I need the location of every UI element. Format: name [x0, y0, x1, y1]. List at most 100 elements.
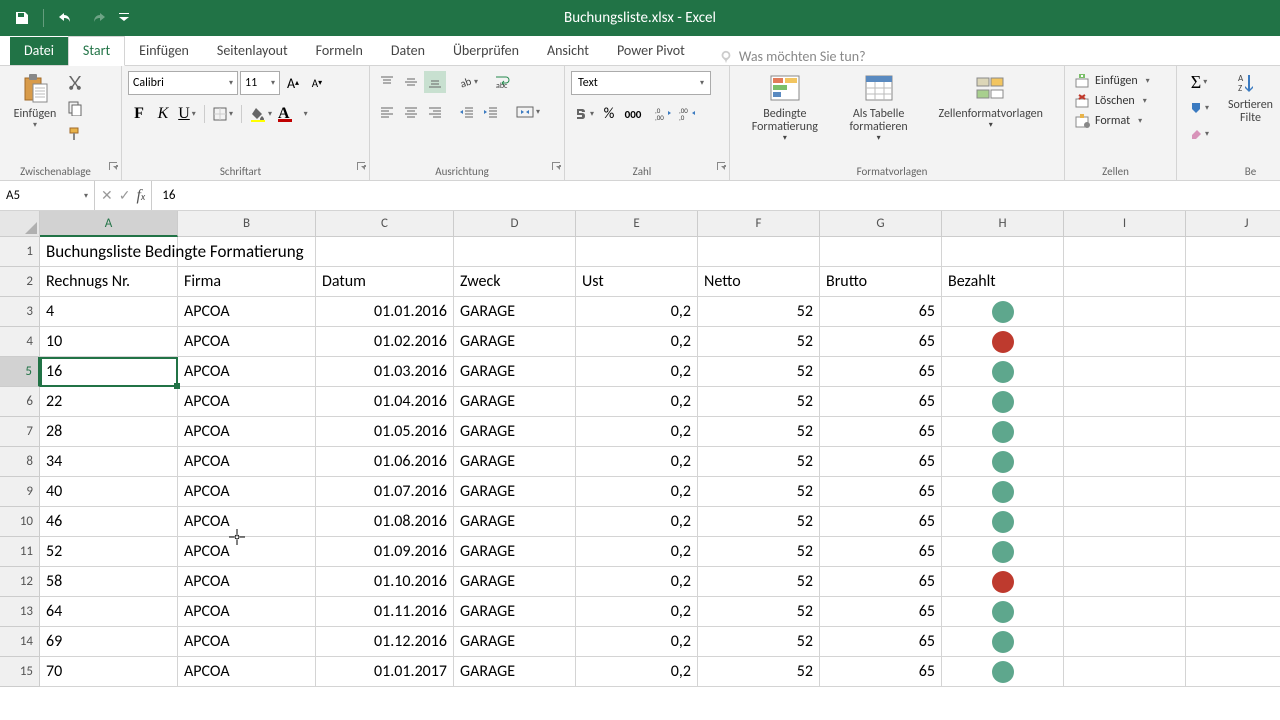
row-header-1[interactable]: 1 — [0, 237, 40, 267]
clipboard-dialog-launcher[interactable] — [108, 157, 118, 176]
cell-G15[interactable]: 65 — [820, 657, 942, 687]
cell-G5[interactable]: 65 — [820, 357, 942, 387]
cell-F15[interactable]: 52 — [698, 657, 820, 687]
tab-überprüfen[interactable]: Überprüfen — [439, 37, 533, 65]
cell-E2[interactable]: Ust — [576, 267, 698, 297]
cell-E14[interactable]: 0,2 — [576, 627, 698, 657]
cell-D1[interactable] — [454, 237, 576, 267]
cell-A4[interactable]: 10 — [40, 327, 178, 357]
fill-color-button[interactable]: ▾ — [248, 103, 274, 125]
cell-styles-button[interactable]: Zellenformatvorlagen ▾ — [923, 68, 1058, 147]
cell-J15[interactable] — [1186, 657, 1280, 687]
cell-E7[interactable]: 0,2 — [576, 417, 698, 447]
cell-I3[interactable] — [1064, 297, 1186, 327]
cell-G11[interactable]: 65 — [820, 537, 942, 567]
cell-A5[interactable]: 16 — [40, 357, 178, 387]
align-middle-button[interactable] — [400, 71, 422, 93]
row-header-10[interactable]: 10 — [0, 507, 40, 537]
cell-B13[interactable]: APCOA — [178, 597, 316, 627]
fill-button[interactable]: ▾ — [1183, 97, 1215, 119]
align-left-button[interactable] — [376, 101, 398, 123]
align-top-button[interactable] — [376, 71, 398, 93]
cell-G13[interactable]: 65 — [820, 597, 942, 627]
cell-H5[interactable] — [942, 357, 1064, 387]
redo-button[interactable] — [83, 4, 115, 32]
cell-A12[interactable]: 58 — [40, 567, 178, 597]
qat-customize-button[interactable] — [117, 4, 131, 32]
cell-A6[interactable]: 22 — [40, 387, 178, 417]
cell-D7[interactable]: GARAGE — [454, 417, 576, 447]
increase-decimal-button[interactable]: ,0,00 — [652, 103, 674, 125]
cell-F11[interactable]: 52 — [698, 537, 820, 567]
cell-B12[interactable]: APCOA — [178, 567, 316, 597]
col-header-A[interactable]: A — [40, 211, 178, 237]
cell-J4[interactable] — [1186, 327, 1280, 357]
align-center-button[interactable] — [400, 101, 422, 123]
underline-button[interactable]: U▾ — [176, 103, 198, 125]
cell-I8[interactable] — [1064, 447, 1186, 477]
cell-I14[interactable] — [1064, 627, 1186, 657]
font-color-button[interactable]: A▾ — [276, 103, 310, 125]
font-dialog-launcher[interactable] — [356, 157, 366, 176]
cell-C1[interactable] — [316, 237, 454, 267]
cell-A10[interactable]: 46 — [40, 507, 178, 537]
cell-C6[interactable]: 01.04.2016 — [316, 387, 454, 417]
cell-I10[interactable] — [1064, 507, 1186, 537]
clear-button[interactable]: ▾ — [1183, 123, 1215, 145]
cell-J6[interactable] — [1186, 387, 1280, 417]
col-header-I[interactable]: I — [1064, 211, 1186, 237]
insert-cells-button[interactable]: Einfügen▾ — [1071, 71, 1170, 91]
row-header-2[interactable]: 2 — [0, 267, 40, 297]
select-all-corner[interactable] — [0, 211, 40, 237]
cell-D12[interactable]: GARAGE — [454, 567, 576, 597]
cell-D6[interactable]: GARAGE — [454, 387, 576, 417]
cell-A7[interactable]: 28 — [40, 417, 178, 447]
cell-H7[interactable] — [942, 417, 1064, 447]
cell-B10[interactable]: APCOA — [178, 507, 316, 537]
cell-G2[interactable]: Brutto — [820, 267, 942, 297]
format-painter-button[interactable] — [64, 123, 86, 145]
row-header-9[interactable]: 9 — [0, 477, 40, 507]
cell-I6[interactable] — [1064, 387, 1186, 417]
cut-button[interactable] — [64, 71, 86, 93]
cell-C7[interactable]: 01.05.2016 — [316, 417, 454, 447]
cell-I9[interactable] — [1064, 477, 1186, 507]
borders-button[interactable]: ▾ — [211, 103, 235, 125]
wrap-text-button[interactable]: abc — [492, 71, 514, 93]
cell-B14[interactable]: APCOA — [178, 627, 316, 657]
fx-button[interactable]: fx — [136, 187, 145, 205]
cell-F10[interactable]: 52 — [698, 507, 820, 537]
col-header-H[interactable]: H — [942, 211, 1064, 237]
cell-F3[interactable]: 52 — [698, 297, 820, 327]
cell-I2[interactable] — [1064, 267, 1186, 297]
cell-C2[interactable]: Datum — [316, 267, 454, 297]
cell-F7[interactable]: 52 — [698, 417, 820, 447]
cell-I13[interactable] — [1064, 597, 1186, 627]
cell-A14[interactable]: 69 — [40, 627, 178, 657]
cell-H13[interactable] — [942, 597, 1064, 627]
cell-B8[interactable]: APCOA — [178, 447, 316, 477]
cell-J12[interactable] — [1186, 567, 1280, 597]
format-cells-button[interactable]: Format▾ — [1071, 111, 1170, 131]
cell-E13[interactable]: 0,2 — [576, 597, 698, 627]
cell-F8[interactable]: 52 — [698, 447, 820, 477]
cell-F2[interactable]: Netto — [698, 267, 820, 297]
cell-H11[interactable] — [942, 537, 1064, 567]
orientation-button[interactable]: ab▾ — [456, 71, 480, 93]
cell-D13[interactable]: GARAGE — [454, 597, 576, 627]
cell-J13[interactable] — [1186, 597, 1280, 627]
row-header-7[interactable]: 7 — [0, 417, 40, 447]
paste-button[interactable]: Einfügen ▾ — [6, 68, 64, 145]
cell-H3[interactable] — [942, 297, 1064, 327]
cell-D4[interactable]: GARAGE — [454, 327, 576, 357]
cell-G9[interactable]: 65 — [820, 477, 942, 507]
cell-H6[interactable] — [942, 387, 1064, 417]
cell-E11[interactable]: 0,2 — [576, 537, 698, 567]
cell-D15[interactable]: GARAGE — [454, 657, 576, 687]
cell-A2[interactable]: Rechnugs Nr. — [40, 267, 178, 297]
cell-F9[interactable]: 52 — [698, 477, 820, 507]
format-as-table-button[interactable]: Als Tabelle formatieren▾ — [834, 68, 924, 147]
increase-indent-button[interactable] — [480, 101, 502, 123]
cell-G6[interactable]: 65 — [820, 387, 942, 417]
row-header-3[interactable]: 3 — [0, 297, 40, 327]
